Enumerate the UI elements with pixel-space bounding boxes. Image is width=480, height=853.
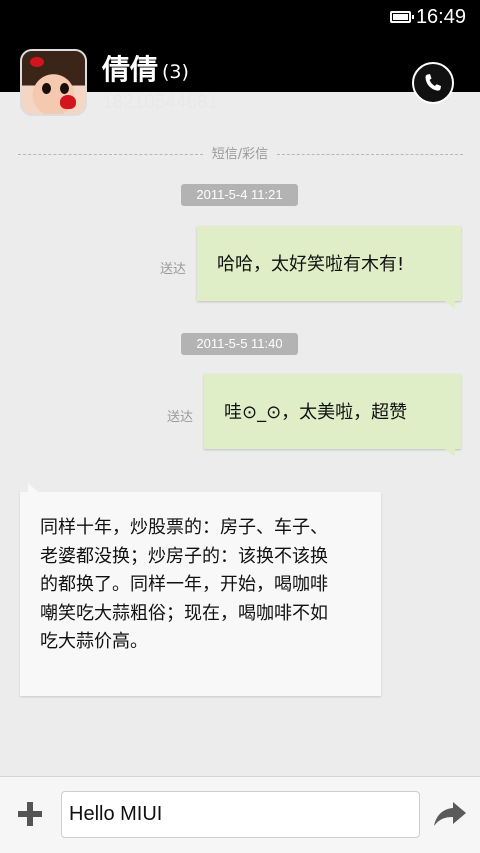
message-timestamp: 2011-5-5 11:40 xyxy=(181,333,298,355)
message-count: (3) xyxy=(162,61,189,83)
message-line: 的都换了。同样一年，开始，喝咖啡 xyxy=(40,574,328,595)
message-type-label: 短信/彩信 xyxy=(211,147,269,162)
avatar-eye-left xyxy=(42,83,51,94)
message-line: 嘲笑吃大蒜粗俗；现在，喝咖啡不如 xyxy=(40,602,328,624)
phone-icon xyxy=(425,74,441,91)
avatar-eye-right xyxy=(60,83,69,94)
status-clock: 16:49 xyxy=(415,6,466,28)
contact-avatar[interactable] xyxy=(20,49,87,116)
contact-name: 倩倩 xyxy=(102,53,159,86)
message-line: 老婆都没换；炒房子的：该换不该换 xyxy=(40,545,328,567)
message-line: 同样十年，炒股票的：房子、车子、 xyxy=(40,517,328,538)
delivery-status: 送达 xyxy=(160,262,187,277)
send-button[interactable] xyxy=(432,798,468,830)
message-type-divider: 短信/彩信 xyxy=(18,145,463,165)
message-text: 哇⊙_⊙，太美啦，超赞 xyxy=(224,402,408,423)
message-timestamp: 2011-5-4 11:21 xyxy=(181,184,298,206)
avatar-heart-icon xyxy=(60,95,76,109)
avatar-bow-icon xyxy=(30,57,44,67)
delivery-status: 送达 xyxy=(167,410,194,425)
message-input[interactable] xyxy=(61,791,420,838)
incoming-message-bubble[interactable]: 同样十年，炒股票的：房子、车子、 老婆都没换；炒房子的：该换不该换 的都换了。同… xyxy=(20,483,381,696)
contact-phone-number: 18210544681 xyxy=(102,92,219,113)
status-bar: 16:49 xyxy=(0,0,480,36)
message-text: 哈哈，太好笑啦有木有! xyxy=(217,254,405,275)
message-line: 吃大蒜价高。 xyxy=(40,631,148,652)
battery-full-icon xyxy=(390,11,414,23)
plus-icon xyxy=(18,802,42,826)
send-arrow-icon xyxy=(434,802,466,826)
add-attachment-button[interactable] xyxy=(14,798,46,830)
outgoing-message-bubble[interactable]: 哇⊙_⊙，太美啦，超赞 xyxy=(204,374,461,457)
outgoing-message-bubble[interactable]: 哈哈，太好笑啦有木有! xyxy=(197,226,461,309)
call-button[interactable] xyxy=(412,62,454,104)
